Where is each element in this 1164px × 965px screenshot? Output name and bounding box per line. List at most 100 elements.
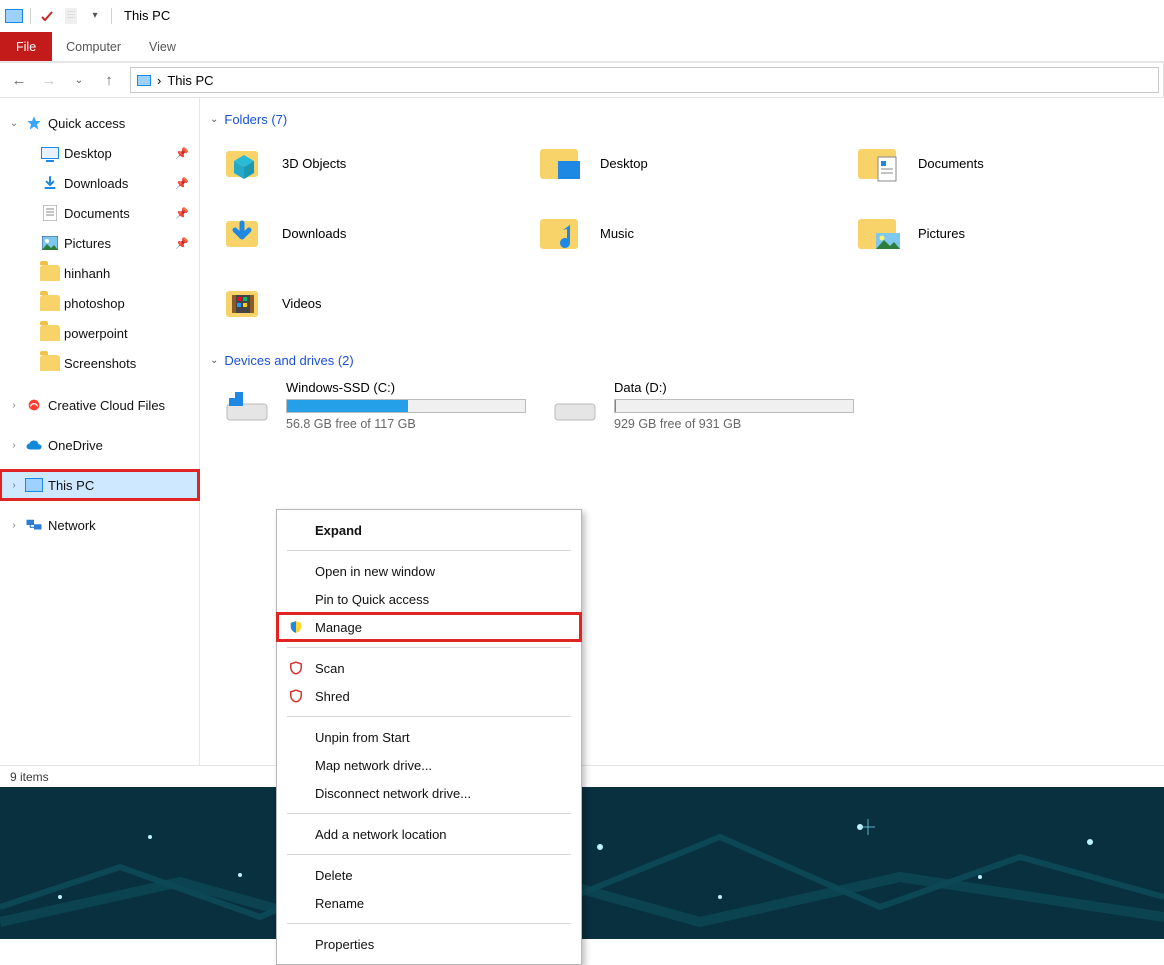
folder-desktop[interactable]: Desktop [538,139,838,187]
folder-icon [40,293,60,313]
menu-label: Add a network location [315,827,447,842]
menu-label: Expand [315,523,362,538]
tree-quick-access[interactable]: ⌄ Quick access [0,108,199,138]
pc-icon [137,75,151,86]
tree-item-hinhanh[interactable]: hinhanh [0,258,199,288]
group-folders-header[interactable]: ⌄ Folders (7) [210,102,1156,133]
address-bar[interactable]: › This PC [130,67,1159,93]
menu-rename[interactable]: Rename [277,889,581,917]
tree-creative-cloud[interactable]: › Creative Cloud Files [0,390,199,420]
menu-separator [287,716,571,717]
group-drives-header[interactable]: ⌄ Devices and drives (2) [210,343,1156,374]
folder-icon [40,353,60,373]
chevron-right-icon[interactable]: › [8,440,20,451]
item-count: 9 items [10,770,49,784]
tree-label: Documents [64,206,130,221]
group-label: Devices and drives (2) [224,353,353,368]
chevron-down-icon[interactable]: ⌄ [8,118,20,129]
tree-label: photoshop [64,296,125,311]
mcafee-icon [287,689,305,703]
menu-delete[interactable]: Delete [277,861,581,889]
up-button[interactable]: ↑ [94,65,124,95]
new-folder-icon[interactable] [61,6,81,26]
divider [111,8,112,24]
folder-videos[interactable]: Videos [220,279,520,327]
menu-pin-to-quick-access[interactable]: Pin to Quick access [277,585,581,613]
pin-icon: 📌 [175,177,189,190]
folder-downloads[interactable]: Downloads [220,209,520,257]
mcafee-icon [287,661,305,675]
menu-map-network-drive[interactable]: Map network drive... [277,751,581,779]
chevron-right-icon[interactable]: › [8,520,20,531]
drive-d[interactable]: Data (D:)929 GB free of 931 GB [548,380,858,431]
menu-expand[interactable]: Expand [277,516,581,544]
breadcrumb[interactable]: This PC [167,73,213,88]
tree-item-desktop[interactable]: Desktop📌 [0,138,199,168]
tree-item-photoshop[interactable]: photoshop [0,288,199,318]
menu-label: Scan [315,661,345,676]
folder-grid: 3D Objects Desktop Documents Downloads Music… [210,133,1156,343]
drive-label: Windows-SSD (C:) [286,380,526,395]
menu-disconnect-network-drive[interactable]: Disconnect network drive... [277,779,581,807]
menu-add-a-network-location[interactable]: Add a network location [277,820,581,848]
chevron-down-icon[interactable]: ⌄ [210,355,218,366]
drive-c[interactable]: Windows-SSD (C:)56.8 GB free of 117 GB [220,380,530,431]
tree-item-documents[interactable]: Documents 📌 [0,198,199,228]
tree-network[interactable]: › Network [0,510,199,540]
folder-label: Music [600,226,634,241]
tree-label: Downloads [64,176,128,191]
tab-computer[interactable]: Computer [52,32,135,61]
tree-item-downloads[interactable]: Downloads 📌 [0,168,199,198]
tree-label: Screenshots [64,356,136,371]
menu-shred[interactable]: Shred [277,682,581,710]
recent-locations-icon[interactable]: ⌄ [64,65,94,95]
desktop-wallpaper [0,787,1164,939]
folder-music[interactable]: Music [538,209,838,257]
tree-item-screenshots[interactable]: Screenshots [0,348,199,378]
tab-file[interactable]: File [0,32,52,61]
menu-scan[interactable]: Scan [277,654,581,682]
menu-properties[interactable]: Properties [277,930,581,958]
folder-documents[interactable]: Documents [856,139,1156,187]
tab-view[interactable]: View [135,32,190,61]
folder-3d-objects[interactable]: 3D Objects [220,139,520,187]
folder-icon [40,263,60,283]
free-space: 929 GB free of 931 GB [614,417,854,431]
pictures-icon [40,233,60,253]
menu-separator [287,550,571,551]
menu-manage[interactable]: Manage [277,613,581,641]
star-icon [24,113,44,133]
menu-separator [287,647,571,648]
menu-label: Manage [315,620,362,635]
disk-icon [548,382,602,430]
back-button[interactable]: ← [4,65,34,95]
tree-onedrive[interactable]: › OneDrive [0,430,199,460]
tree-this-pc[interactable]: › This PC [0,470,199,500]
breadcrumb-sep: › [157,73,161,88]
tree-label: Network [48,518,96,533]
menu-open-in-new-window[interactable]: Open in new window [277,557,581,585]
chevron-right-icon[interactable]: › [8,400,20,411]
cloud-icon [24,435,44,455]
chevron-right-icon[interactable]: › [8,480,20,491]
menu-separator [287,854,571,855]
pin-icon: 📌 [175,207,189,220]
folder-label: Videos [282,296,322,311]
forward-button[interactable]: → [34,65,64,95]
chevron-down-icon[interactable]: ⌄ [210,114,218,125]
folder-pictures[interactable]: Pictures [856,209,1156,257]
folder-icon [856,209,904,257]
tree-item-powerpoint[interactable]: powerpoint [0,318,199,348]
network-icon [24,515,44,535]
folder-label: 3D Objects [282,156,346,171]
qat-customize-icon[interactable]: ▾ [85,6,105,26]
tree-item-pictures[interactable]: Pictures📌 [0,228,199,258]
folder-icon [220,279,268,327]
pin-icon: 📌 [175,147,189,160]
menu-unpin-from-start[interactable]: Unpin from Start [277,723,581,751]
ribbon-tabs: File Computer View [0,32,1164,62]
properties-icon[interactable] [37,6,57,26]
menu-label: Map network drive... [315,758,432,773]
capacity-bar [286,399,526,413]
monitor-icon [40,143,60,163]
